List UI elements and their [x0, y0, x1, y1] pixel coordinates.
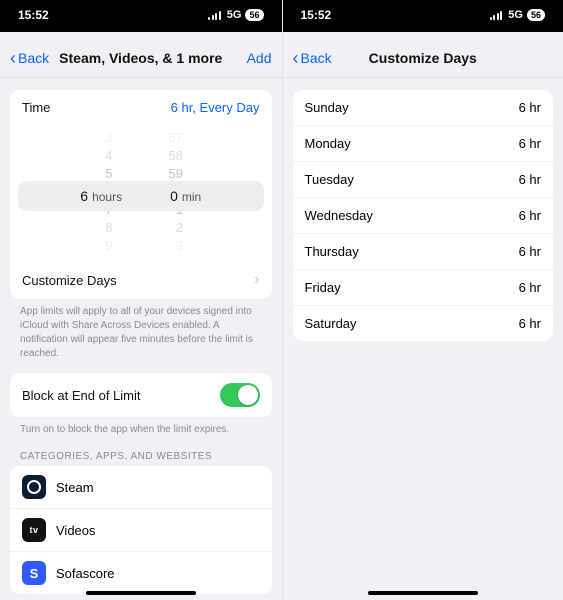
time-label: Time — [22, 100, 50, 115]
chevron-right-icon: › — [254, 271, 259, 289]
day-label: Sunday — [305, 100, 349, 115]
days-card: Sunday6 hrMonday6 hrTuesday6 hrWednesday… — [293, 90, 554, 341]
status-time: 15:52 — [18, 8, 49, 22]
back-label: Back — [18, 50, 49, 66]
day-value: 6 hr — [519, 280, 541, 295]
section-header: CATEGORIES, APPS, AND WEBSITES — [10, 437, 272, 466]
day-label: Monday — [305, 136, 351, 151]
back-label: Back — [301, 50, 332, 66]
videos-icon — [22, 518, 46, 542]
day-value: 6 hr — [519, 100, 541, 115]
apps-card: Steam Videos Sofascore — [10, 466, 272, 594]
block-card: Block at End of Limit — [10, 373, 272, 417]
nav-bar: ‹ Back Steam, Videos, & 1 more Add — [0, 38, 282, 78]
network-label: 5G — [508, 9, 523, 21]
time-picker[interactable]: 3 4 5 0 7 8 9 57 58 59 0 — [10, 125, 272, 261]
time-value: 6 hr, Every Day — [171, 100, 260, 115]
day-row[interactable]: Tuesday 6 hr — [293, 161, 554, 197]
day-value: 6 hr — [519, 316, 541, 331]
time-card: Time 6 hr, Every Day 3 4 5 0 7 8 9 — [10, 90, 272, 299]
app-name: Steam — [56, 480, 94, 495]
battery-icon: 56 — [245, 9, 263, 21]
day-label: Tuesday — [305, 172, 354, 187]
day-row[interactable]: Saturday 6 hr — [293, 305, 554, 341]
app-name: Sofascore — [56, 566, 115, 581]
app-name: Videos — [56, 523, 96, 538]
app-row-sofa[interactable]: Sofascore — [10, 551, 272, 594]
day-row[interactable]: Sunday 6 hr — [293, 90, 554, 125]
back-button[interactable]: ‹ Back — [10, 50, 49, 66]
day-row[interactable]: Thursday 6 hr — [293, 233, 554, 269]
picker-selection: 6hours 0min — [18, 181, 264, 211]
day-label: Saturday — [305, 316, 357, 331]
day-label: Friday — [305, 280, 341, 295]
screen-customize-days: 15:52 5G 56 ‹ Back Customize Days . Sund… — [282, 0, 563, 600]
day-row[interactable]: Wednesday 6 hr — [293, 197, 554, 233]
app-row-videos[interactable]: Videos — [10, 508, 272, 551]
home-indicator[interactable] — [368, 591, 478, 595]
day-value: 6 hr — [519, 208, 541, 223]
day-row[interactable]: Friday 6 hr — [293, 269, 554, 305]
day-value: 6 hr — [519, 136, 541, 151]
network-label: 5G — [227, 9, 242, 21]
add-button[interactable]: Add — [247, 50, 272, 66]
block-label: Block at End of Limit — [22, 388, 141, 403]
status-time: 15:52 — [301, 8, 332, 22]
nav-bar: ‹ Back Customize Days . — [283, 38, 563, 78]
signal-icon — [490, 11, 503, 20]
block-toggle[interactable] — [220, 383, 260, 407]
signal-icon — [208, 11, 221, 20]
day-label: Wednesday — [305, 208, 373, 223]
status-bar: 15:52 5G 56 — [283, 0, 563, 32]
block-hint: Turn on to block the app when the limit … — [10, 417, 272, 437]
day-value: 6 hr — [519, 244, 541, 259]
steam-icon — [22, 475, 46, 499]
home-indicator[interactable] — [86, 591, 196, 595]
back-button[interactable]: ‹ Back — [293, 50, 332, 66]
footnote-text: App limits will apply to all of your dev… — [10, 299, 272, 361]
battery-icon: 56 — [527, 9, 545, 21]
day-label: Thursday — [305, 244, 359, 259]
day-value: 6 hr — [519, 172, 541, 187]
sofa-icon — [22, 561, 46, 585]
screen-app-limit: 15:52 5G 56 ‹ Back Steam, Videos, & 1 mo… — [0, 0, 282, 600]
app-row-steam[interactable]: Steam — [10, 466, 272, 508]
status-bar: 15:52 5G 56 — [0, 0, 282, 32]
customize-days-row[interactable]: Customize Days › — [10, 261, 272, 299]
day-row[interactable]: Monday 6 hr — [293, 125, 554, 161]
